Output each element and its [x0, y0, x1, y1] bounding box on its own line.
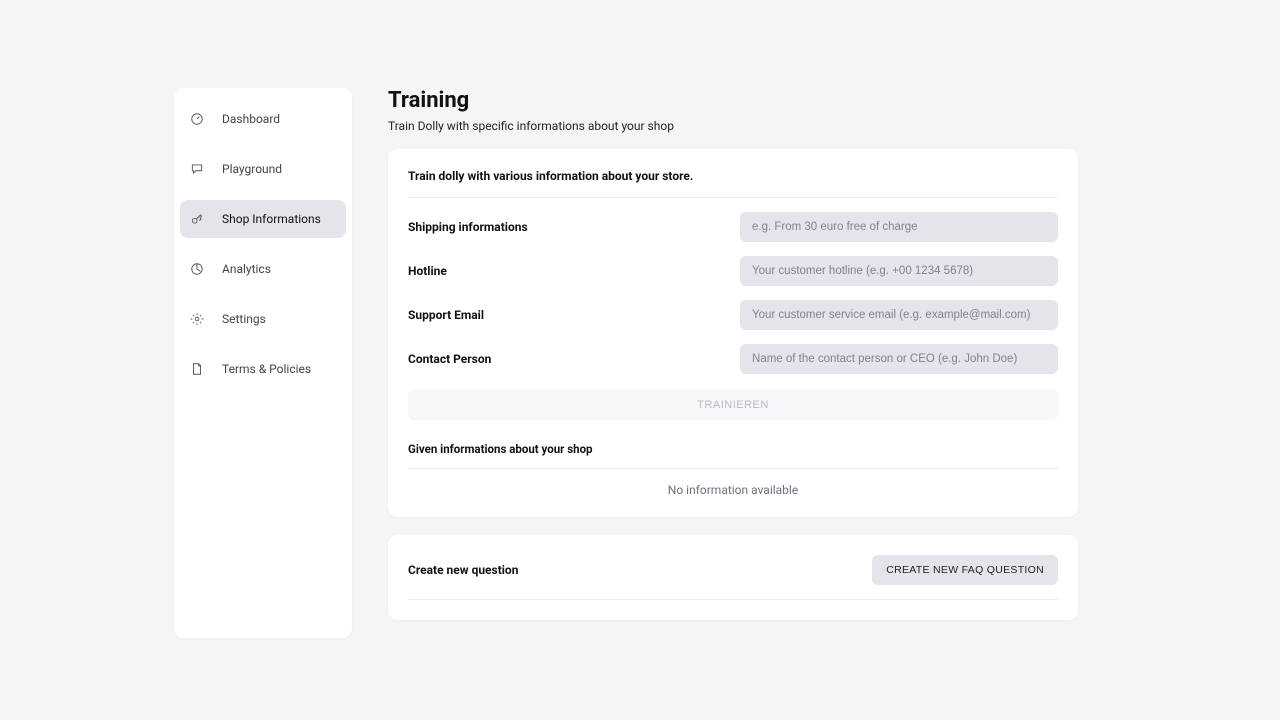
sidebar-item-label: Playground: [222, 162, 282, 176]
form-row-shipping: Shipping informations: [408, 212, 1058, 242]
shipping-input[interactable]: [740, 212, 1058, 242]
form-row-contact: Contact Person: [408, 344, 1058, 374]
training-card-header: Train dolly with various information abo…: [408, 169, 1058, 198]
sidebar-item-dashboard[interactable]: Dashboard: [180, 100, 346, 138]
document-icon: [190, 362, 204, 376]
contact-input[interactable]: [740, 344, 1058, 374]
page-title: Training: [388, 88, 1078, 113]
sidebar-item-playground[interactable]: Playground: [180, 150, 346, 188]
training-card: Train dolly with various information abo…: [388, 149, 1078, 517]
shipping-label: Shipping informations: [408, 220, 708, 234]
chart-icon: [190, 262, 204, 276]
form-row-email: Support Email: [408, 300, 1058, 330]
create-faq-button[interactable]: CREATE NEW FAQ QUESTION: [872, 555, 1058, 585]
form-row-hotline: Hotline: [408, 256, 1058, 286]
sidebar-item-label: Terms & Policies: [222, 362, 311, 376]
chat-icon: [190, 162, 204, 176]
given-info-empty: No information available: [408, 469, 1058, 497]
sidebar-item-label: Settings: [222, 312, 266, 326]
gear-icon: [190, 312, 204, 326]
email-input[interactable]: [740, 300, 1058, 330]
faq-header-row: Create new question CREATE NEW FAQ QUEST…: [408, 555, 1058, 600]
faq-title: Create new question: [408, 563, 518, 577]
sidebar: Dashboard Playground Shop Informations A…: [174, 88, 352, 638]
sidebar-item-label: Analytics: [222, 262, 271, 276]
key-icon: [190, 212, 204, 226]
hotline-input[interactable]: [740, 256, 1058, 286]
faq-card: Create new question CREATE NEW FAQ QUEST…: [388, 535, 1078, 620]
sidebar-item-label: Dashboard: [222, 112, 280, 126]
given-info-title: Given informations about your shop: [408, 442, 1058, 469]
sidebar-item-label: Shop Informations: [222, 212, 321, 226]
gauge-icon: [190, 112, 204, 126]
page-subtitle: Train Dolly with specific informations a…: [388, 119, 1078, 133]
sidebar-item-settings[interactable]: Settings: [180, 300, 346, 338]
contact-label: Contact Person: [408, 352, 708, 366]
sidebar-item-analytics[interactable]: Analytics: [180, 250, 346, 288]
train-button[interactable]: TRAINIEREN: [408, 390, 1058, 420]
main-content: Training Train Dolly with specific infor…: [388, 88, 1078, 638]
sidebar-item-terms[interactable]: Terms & Policies: [180, 350, 346, 388]
hotline-label: Hotline: [408, 264, 708, 278]
sidebar-item-shop-informations[interactable]: Shop Informations: [180, 200, 346, 238]
email-label: Support Email: [408, 308, 708, 322]
